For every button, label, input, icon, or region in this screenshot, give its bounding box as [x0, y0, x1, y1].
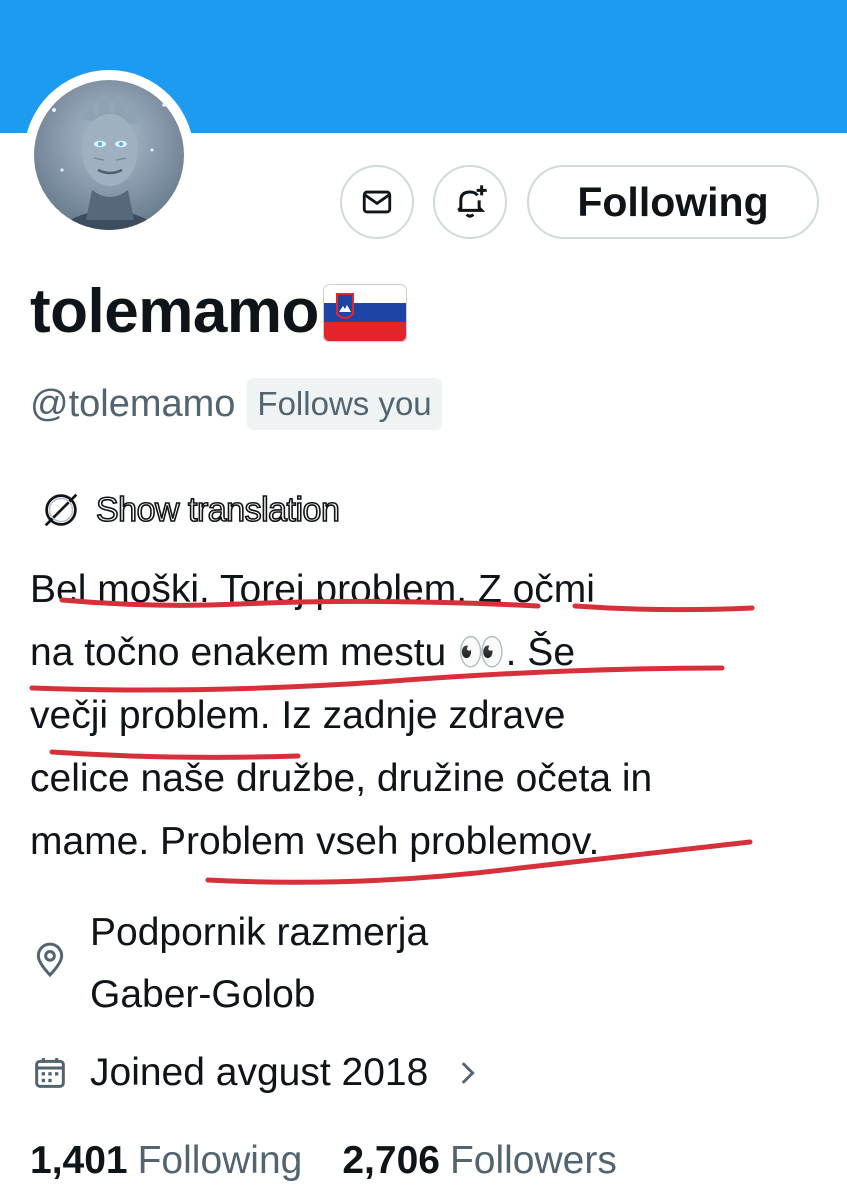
location-row: Podpornik razmerja Gaber-Golob	[30, 902, 610, 1026]
joined-date: Joined avgust 2018	[90, 1051, 429, 1094]
followers-count: 2,706	[342, 1139, 440, 1182]
bio-line-4: celice naše družbe, družine očeta in	[30, 757, 653, 800]
slovenia-flag-icon	[322, 283, 407, 347]
bio-line-5: mame. Problem vseh problemov.	[30, 820, 600, 863]
display-name: tolemamo	[30, 275, 407, 349]
followers-stat[interactable]: 2,706 Followers	[342, 1130, 616, 1192]
envelope-icon	[362, 190, 392, 214]
following-button[interactable]: Following	[527, 165, 819, 239]
display-name-text: tolemamo	[30, 277, 319, 346]
show-translation-link[interactable]: Show translation	[38, 487, 341, 533]
follow-stats: 1,401 Following 2,706 Followers	[30, 1130, 617, 1192]
calendar-icon	[35, 1058, 65, 1088]
message-button[interactable]	[340, 165, 414, 239]
follows-you-badge: Follows you	[247, 378, 442, 430]
profile-avatar[interactable]	[24, 70, 194, 240]
notifications-button[interactable]	[433, 165, 507, 239]
bio-line-2: na točno enakem mestu 👀. Še	[30, 631, 576, 674]
chevron-right-icon[interactable]	[450, 1056, 484, 1090]
following-stat[interactable]: 1,401 Following	[30, 1130, 302, 1192]
handle-row: @tolemamo Follows you	[30, 376, 442, 432]
location-line-2: Gaber-Golob	[90, 973, 316, 1016]
globe-translate-icon	[44, 493, 78, 527]
following-label: Following	[137, 1139, 303, 1182]
show-translation-label: Show translation	[95, 490, 340, 530]
location-text: Podpornik razmerja Gaber-Golob	[90, 902, 610, 1026]
avatar-image	[34, 80, 184, 230]
location-line-1: Podpornik razmerja	[90, 911, 429, 954]
bio-line-1: Bel moški. Torej problem. Z očmi	[30, 568, 595, 611]
joined-row[interactable]: Joined avgust 2018	[30, 1042, 484, 1104]
map-pin-icon	[36, 942, 64, 978]
bell-plus-icon	[457, 185, 487, 218]
followers-label: Followers	[449, 1139, 617, 1182]
following-count: 1,401	[30, 1139, 128, 1182]
profile-bio: Bel moški. Torej problem. Z očmi na točn…	[30, 558, 830, 873]
bio-line-3: večji problem. Iz zadnje zdrave	[30, 694, 566, 737]
profile-handle: @tolemamo	[30, 383, 236, 425]
